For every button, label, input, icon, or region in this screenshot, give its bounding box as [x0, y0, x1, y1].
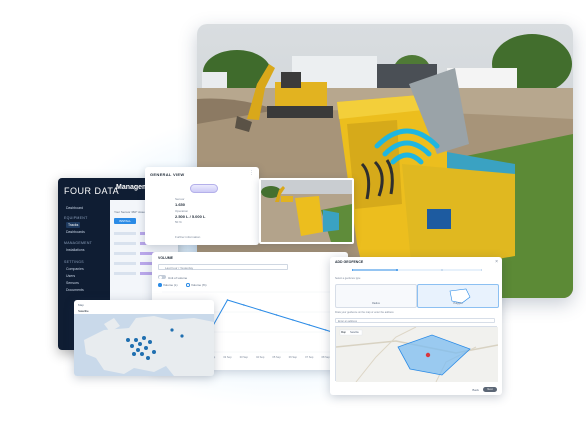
four-data-logo: FOUR DATA: [64, 186, 120, 196]
table-row[interactable]: [114, 272, 136, 275]
step-indicator: [352, 269, 482, 271]
geofence-type-polygon[interactable]: Polygon: [417, 284, 499, 308]
x-tick-label: 05 Sep: [272, 355, 281, 359]
x-tick-label: 03 Sep: [240, 355, 249, 359]
radio-checked-icon: [158, 283, 162, 287]
data-point[interactable]: [324, 329, 327, 331]
data-point[interactable]: [259, 309, 261, 311]
x-tick-label: 08 Sep: [322, 355, 331, 359]
table-row[interactable]: [114, 242, 136, 245]
legend-volume-pct[interactable]: Volume (%): [186, 283, 207, 287]
polygon-icon: [449, 288, 471, 304]
data-point[interactable]: [275, 314, 278, 316]
sidebar-item-dashboards[interactable]: Dashboards: [66, 230, 85, 234]
back-button[interactable]: Back: [472, 388, 479, 392]
table-row[interactable]: [114, 232, 136, 235]
next-button[interactable]: Next: [483, 387, 497, 392]
legend-label: Volume (%): [191, 283, 207, 287]
legend-label: Volume (L): [163, 283, 178, 287]
choice-label: Polygon: [453, 302, 463, 305]
unit-toggle[interactable]: [158, 275, 166, 279]
sensor-pill-icon: [190, 184, 218, 193]
sidebar-item-users[interactable]: Users: [66, 274, 75, 278]
table-row[interactable]: [114, 262, 136, 265]
install-button[interactable]: INSTALL: [114, 218, 136, 224]
geofence-type-radius[interactable]: Radius: [335, 284, 417, 308]
date-range-input[interactable]: Last hour / Yesterday: [158, 264, 288, 270]
choice-label: Radius: [372, 302, 380, 305]
reading-sub-value: 50 %: [175, 220, 182, 224]
dialog-footer: Back Next: [472, 387, 497, 392]
x-tick-label: 04 Sep: [256, 355, 265, 359]
map-tab-map[interactable]: Map: [341, 330, 346, 335]
radio-unchecked-icon: [186, 283, 190, 287]
data-point[interactable]: [243, 304, 245, 306]
more-icon[interactable]: ⋮: [249, 170, 254, 176]
close-icon[interactable]: ×: [495, 259, 498, 265]
europe-map[interactable]: [74, 300, 214, 376]
x-tick-label: 02 Sep: [223, 355, 232, 359]
legend-volume-l[interactable]: Volume (L): [158, 283, 178, 287]
data-point[interactable]: [308, 324, 310, 326]
table-row[interactable]: [114, 252, 136, 255]
sidebar-item-installations[interactable]: Installations: [66, 248, 84, 252]
sidebar-item-documents[interactable]: Documents: [66, 288, 84, 292]
data-point[interactable]: [292, 319, 294, 321]
address-input[interactable]: Enter an address: [335, 318, 495, 323]
sidebar-item-sensors[interactable]: Sensors: [66, 281, 79, 285]
sidebar-item-dashboard[interactable]: Dashboard: [66, 206, 83, 210]
map-tab-satellite[interactable]: Satellite: [350, 330, 359, 335]
x-tick-label: 06 Sep: [289, 355, 298, 359]
sidebar-section-settings: SETTINGS: [64, 260, 84, 264]
add-geofence-dialog: ADD GEOFENCE × Select a geofence type Ra…: [330, 257, 502, 395]
sidebar-item-companies[interactable]: Companies: [66, 267, 84, 271]
x-tick-label: 07 Sep: [305, 355, 314, 359]
reading-label: Operation: [175, 209, 189, 213]
equipment-thumbnail[interactable]: [259, 178, 354, 244]
sidebar-section-management: MANAGEMENT: [64, 241, 93, 245]
step-note: Select a geofence type: [335, 277, 361, 280]
content-title: Your Sensor 360° Asset: [114, 210, 146, 214]
general-view-card: GENERAL VIEW ⋮ Sensor 1.650 Operation 2.…: [145, 167, 259, 245]
reading-value: 2.500 L / 5.000 L: [175, 214, 206, 219]
id-label: Sensor: [175, 197, 185, 201]
geofence-map[interactable]: Map Satellite: [335, 326, 499, 383]
footer-note: Further information: [175, 235, 201, 239]
data-point[interactable]: [226, 299, 229, 301]
sidebar-item-tracks[interactable]: Tracks: [66, 222, 81, 228]
card-title: GENERAL VIEW: [150, 172, 185, 177]
hint-text: Draw your geofence on the map or enter t…: [335, 311, 394, 314]
unit-toggle-label: Unit of volume: [168, 275, 188, 280]
fleet-map-card[interactable]: Map Satellite: [74, 300, 214, 376]
dialog-title: ADD GEOFENCE: [335, 260, 364, 264]
card-title: VOLUME: [158, 256, 173, 260]
id-value: 1.650: [175, 202, 186, 207]
sidebar-section-equipment: EQUIPMENT: [64, 216, 88, 220]
